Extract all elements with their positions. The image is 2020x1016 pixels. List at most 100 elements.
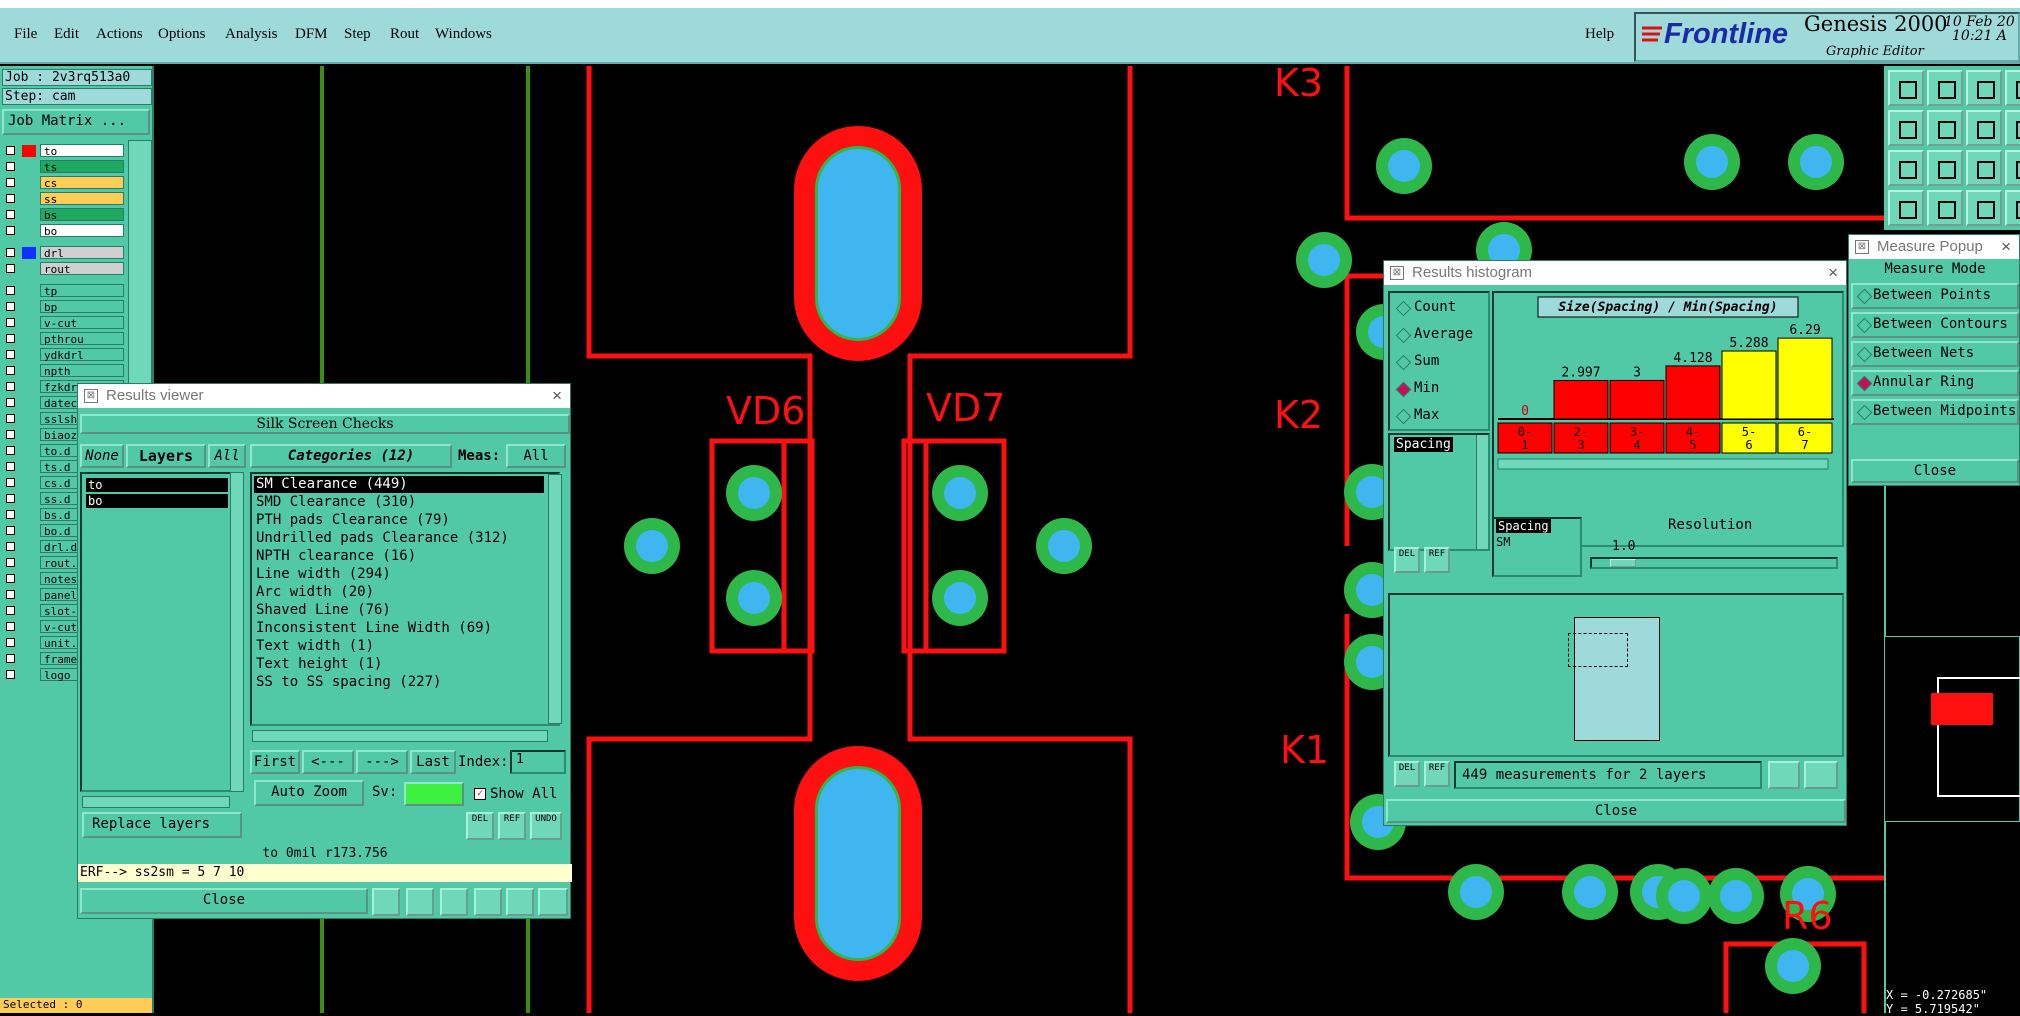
layer-checkbox[interactable] xyxy=(6,318,15,327)
category-item[interactable]: Arc width (20) xyxy=(254,584,544,601)
ref-button-2[interactable]: REF xyxy=(1424,761,1450,787)
layer-row[interactable]: cs xyxy=(2,176,124,190)
viewer-layer-scrollbar[interactable] xyxy=(230,472,244,792)
hist-layer-list[interactable]: Spacing xyxy=(1388,433,1490,551)
layer-checkbox[interactable] xyxy=(6,430,15,439)
layer-checkbox[interactable] xyxy=(6,350,15,359)
measure-mode-option[interactable]: Annular Ring xyxy=(1851,370,2019,396)
layer-checkbox[interactable] xyxy=(6,398,15,407)
layer-row[interactable]: ts xyxy=(2,160,124,174)
toolbar-tool-icon[interactable] xyxy=(1927,110,1963,146)
layer-checkbox[interactable] xyxy=(6,178,15,187)
viewer-close-button[interactable]: Close xyxy=(80,888,368,914)
viewer-undo-button[interactable]: UNDO xyxy=(530,812,562,840)
ref-button[interactable]: REF xyxy=(1424,547,1450,573)
layer-row[interactable]: npth xyxy=(2,364,124,378)
window-menu-icon[interactable]: ⊠ xyxy=(84,389,98,403)
layers-all-button[interactable]: All xyxy=(208,444,246,468)
close-icon[interactable]: × xyxy=(552,384,562,408)
measure-mode-option[interactable]: Between Contours xyxy=(1851,312,2019,338)
hist-mode-label[interactable]: Count xyxy=(1414,299,1456,315)
layer-checkbox[interactable] xyxy=(6,606,15,615)
viewer-tool-5[interactable] xyxy=(506,888,534,916)
layer-checkbox[interactable] xyxy=(6,542,15,551)
category-item[interactable]: Line width (294) xyxy=(254,566,544,583)
layer-checkbox[interactable] xyxy=(6,654,15,663)
layer-row[interactable]: ydkdrl xyxy=(2,348,124,362)
layer-row[interactable]: rout xyxy=(2,262,124,276)
toolbar-tool-icon[interactable] xyxy=(1927,70,1963,106)
hist-list-item[interactable]: Spacing xyxy=(1394,437,1453,452)
auto-zoom-select[interactable]: Auto Zoom xyxy=(254,780,364,806)
layer-checkbox[interactable] xyxy=(6,558,15,567)
hist-list-scrollbar[interactable] xyxy=(1476,435,1488,549)
layer-row[interactable]: pthrou xyxy=(2,332,124,346)
category-scrollbar[interactable] xyxy=(548,474,562,724)
index-input[interactable]: 1 xyxy=(510,750,566,774)
layer-row[interactable]: bp xyxy=(2,300,124,314)
viewer-layer-bo[interactable]: bo xyxy=(86,494,228,508)
layer-checkbox[interactable] xyxy=(6,510,15,519)
toolbar-tool-icon[interactable] xyxy=(1966,190,2002,226)
menu-analysis[interactable]: Analysis xyxy=(225,26,278,43)
toolbar-tool-icon[interactable] xyxy=(1966,70,2002,106)
menu-options[interactable]: Options xyxy=(158,26,206,43)
export-icon[interactable] xyxy=(1804,761,1838,789)
category-item[interactable]: SS to SS spacing (227) xyxy=(254,674,544,691)
category-item[interactable]: SMD Clearance (310) xyxy=(254,494,544,511)
hist-mode-label[interactable]: Min xyxy=(1414,380,1439,396)
res-list-item-sm[interactable]: SM xyxy=(1496,535,1510,549)
print-icon[interactable] xyxy=(1768,761,1800,789)
histogram-icon[interactable] xyxy=(538,888,568,916)
category-item[interactable]: PTH pads Clearance (79) xyxy=(254,512,544,529)
layer-checkbox[interactable] xyxy=(6,494,15,503)
layer-checkbox[interactable] xyxy=(6,590,15,599)
layer-row[interactable]: bo xyxy=(2,224,124,238)
layer-row[interactable]: ss xyxy=(2,192,124,206)
show-all-checkbox[interactable]: ✓ xyxy=(474,788,486,800)
category-item[interactable]: Text width (1) xyxy=(254,638,544,655)
layer-checkbox[interactable] xyxy=(6,194,15,203)
viewer-layer-hscroll[interactable] xyxy=(82,796,230,808)
category-item[interactable]: SM Clearance (449) xyxy=(254,476,544,493)
categories-tab[interactable]: Categories (12) xyxy=(250,444,452,468)
layer-checkbox[interactable] xyxy=(6,478,15,487)
layer-checkbox[interactable] xyxy=(6,226,15,235)
menu-file[interactable]: File xyxy=(14,26,37,43)
layer-checkbox[interactable] xyxy=(6,526,15,535)
toolbar-tool-icon[interactable] xyxy=(1966,150,2002,186)
prev-button[interactable]: <--- xyxy=(302,750,354,774)
toolbar-tool-icon[interactable] xyxy=(2005,190,2020,226)
menu-edit[interactable]: Edit xyxy=(54,26,79,43)
viewer-tool-1[interactable] xyxy=(372,888,400,916)
layer-row[interactable]: drl xyxy=(2,246,124,260)
layer-checkbox[interactable] xyxy=(6,286,15,295)
viewer-del-button[interactable]: DEL xyxy=(466,812,494,840)
layer-checkbox[interactable] xyxy=(6,446,15,455)
job-matrix-button[interactable]: Job Matrix ... xyxy=(2,109,150,135)
menu-windows[interactable]: Windows xyxy=(435,26,492,43)
layers-none-button[interactable]: None xyxy=(80,444,124,468)
layer-checkbox[interactable] xyxy=(6,670,15,679)
layer-row[interactable]: tp xyxy=(2,284,124,298)
layer-checkbox[interactable] xyxy=(6,248,15,257)
toolbar-tool-icon[interactable] xyxy=(1888,110,1924,146)
layer-checkbox[interactable] xyxy=(6,366,15,375)
layer-checkbox[interactable] xyxy=(6,622,15,631)
toolbar-tool-icon[interactable] xyxy=(1966,110,2002,146)
viewer-tool-3[interactable] xyxy=(440,888,468,916)
layer-checkbox[interactable] xyxy=(6,638,15,647)
window-menu-icon[interactable]: ⊠ xyxy=(1390,266,1404,280)
layer-checkbox[interactable] xyxy=(6,264,15,273)
toolbar-tool-icon[interactable] xyxy=(1888,150,1924,186)
meas-select[interactable]: All xyxy=(506,444,566,468)
toolbar-tool-icon[interactable] xyxy=(1927,150,1963,186)
replace-layers-button[interactable]: Replace layers xyxy=(82,812,242,838)
toolbar-tool-icon[interactable] xyxy=(1927,190,1963,226)
menu-actions[interactable]: Actions xyxy=(96,26,143,43)
close-icon[interactable]: × xyxy=(2001,235,2011,259)
res-list-item-spacing[interactable]: Spacing xyxy=(1496,519,1551,533)
category-hscroll[interactable] xyxy=(252,730,548,742)
category-item[interactable]: Shaved Line (76) xyxy=(254,602,544,619)
slider-thumb[interactable] xyxy=(1610,559,1636,567)
